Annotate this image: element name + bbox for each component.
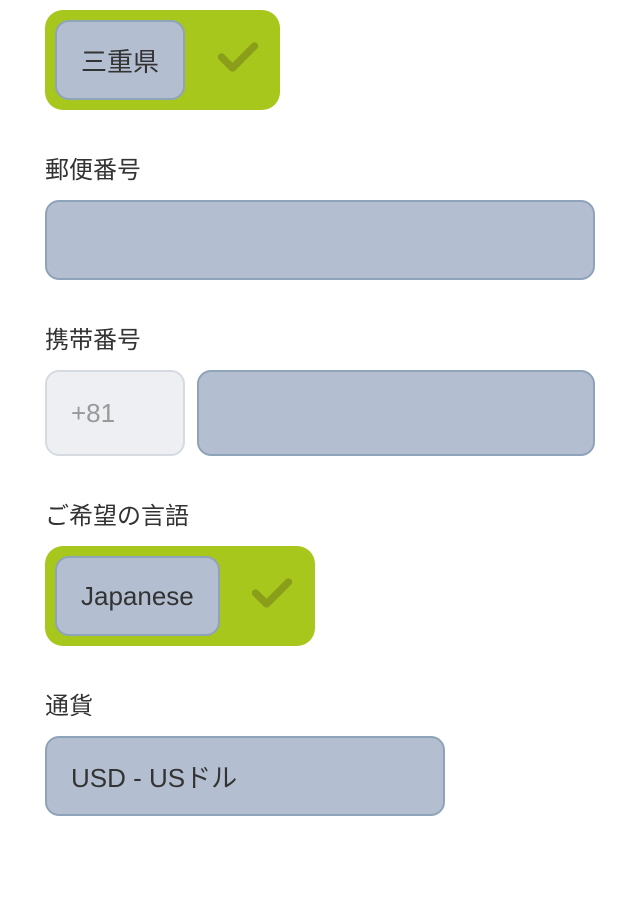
postal-code-input[interactable] (45, 200, 595, 280)
postal-code-label: 郵便番号 (45, 150, 595, 185)
prefecture-select-combo: 三重県 (45, 10, 280, 110)
check-icon (250, 571, 294, 622)
currency-value: USD - USドル (71, 758, 237, 795)
language-label: ご希望の言語 (45, 496, 595, 531)
prefecture-value: 三重県 (81, 42, 159, 79)
phone-prefix-value: +81 (71, 398, 115, 429)
postal-code-group: 郵便番号 (45, 150, 595, 280)
language-value: Japanese (81, 581, 194, 612)
language-select[interactable]: Japanese (55, 556, 220, 636)
currency-select[interactable]: USD - USドル (45, 736, 445, 816)
prefecture-select[interactable]: 三重県 (55, 20, 185, 100)
check-icon (216, 35, 260, 86)
phone-prefix: +81 (45, 370, 185, 456)
phone-input[interactable] (197, 370, 595, 456)
currency-group: 通貨 USD - USドル (45, 686, 595, 816)
prefecture-check-icon-wrap (195, 10, 280, 110)
language-check-icon-wrap (230, 546, 315, 646)
language-select-combo: Japanese (45, 546, 315, 646)
mobile-label: 携带番号 (45, 320, 595, 355)
prefecture-group: 三重県 (45, 10, 595, 110)
mobile-group: 携带番号 +81 (45, 320, 595, 456)
language-group: ご希望の言語 Japanese (45, 496, 595, 646)
currency-label: 通貨 (45, 686, 595, 721)
phone-row: +81 (45, 370, 595, 456)
